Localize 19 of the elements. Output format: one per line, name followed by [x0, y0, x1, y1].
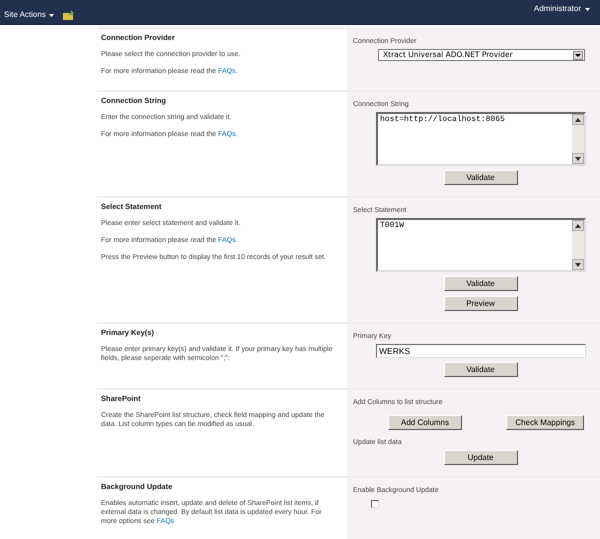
checkbox[interactable] [371, 500, 379, 508]
dropdown-arrow-icon[interactable] [573, 50, 583, 60]
caret-icon [585, 8, 590, 10]
caret-icon [48, 14, 54, 16]
scrollbar[interactable] [572, 114, 584, 164]
action-button[interactable]: Validate [444, 362, 518, 377]
user-menu[interactable]: Administrator [534, 3, 590, 15]
action-button[interactable]: Add Columns [388, 415, 462, 430]
text-area[interactable]: host=http://localhost:8065 [376, 112, 586, 166]
text-area[interactable]: T001W [376, 218, 586, 272]
site-actions-menu[interactable]: Site Actions [4, 9, 54, 21]
action-button[interactable]: Validate [444, 276, 518, 291]
action-button[interactable]: Update [444, 450, 518, 465]
primary-key-field[interactable]: WERKS [376, 344, 586, 358]
scrollbar[interactable] [572, 220, 584, 270]
action-button[interactable]: Check Mappings [506, 415, 584, 430]
folder-icon[interactable] [62, 10, 74, 20]
action-button[interactable]: Validate [444, 170, 518, 185]
action-button[interactable]: Preview [444, 296, 518, 311]
